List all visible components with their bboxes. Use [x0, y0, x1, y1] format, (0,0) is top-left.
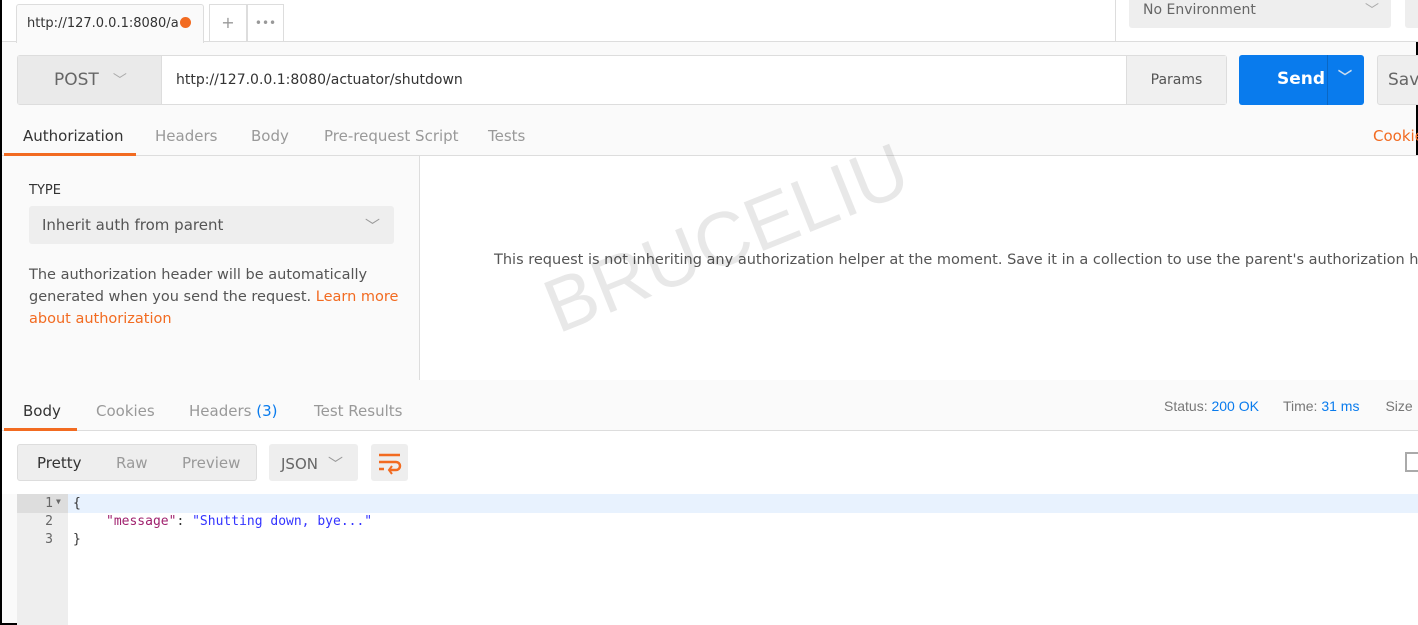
response-body-editor[interactable]: 1 ▼ 2 3 { "message": "Shutting down, bye.…	[17, 494, 1418, 625]
wrap-icon	[379, 453, 402, 475]
method-select[interactable]: POST ﹀	[18, 56, 162, 104]
response-tabs: Body Cookies Headers (3) Test Results St…	[2, 380, 1418, 431]
auth-detail-panel: This request is not inheriting any autho…	[420, 156, 1418, 380]
fold-arrow-icon[interactable]: ▼	[56, 497, 61, 506]
tab-response-headers[interactable]: Headers (3)	[189, 402, 277, 420]
url-input[interactable]: http://127.0.0.1:8080/actuator/shutdown	[176, 56, 463, 104]
tab-response-cookies[interactable]: Cookies	[96, 402, 155, 420]
tab-test-results[interactable]: Test Results	[314, 402, 402, 420]
request-tab[interactable]: http://127.0.0.1:8080/actuator/shutdown	[16, 4, 204, 43]
request-tabs: Authorization Headers Body Pre-request S…	[2, 115, 1418, 156]
divider	[1115, 0, 1116, 42]
pretty-button[interactable]: Pretty	[37, 454, 82, 472]
format-select[interactable]: JSON ﹀	[269, 444, 358, 481]
tab-body[interactable]: Body	[251, 127, 289, 145]
chevron-down-icon: ﹀	[364, 217, 380, 235]
raw-button[interactable]: Raw	[116, 454, 148, 472]
save-button[interactable]: Save	[1377, 55, 1418, 105]
chevron-down-icon: ﹀	[327, 455, 343, 473]
wrap-lines-button[interactable]	[371, 444, 408, 481]
view-mode-group: Pretty Raw Preview	[17, 444, 257, 481]
status-value: 200 OK	[1211, 398, 1259, 414]
time-value: 31 ms	[1321, 398, 1360, 414]
unsaved-dot-icon	[180, 17, 191, 28]
auth-type-select[interactable]: Inherit auth from parent ﹀	[29, 206, 394, 244]
tab-headers[interactable]: Headers	[155, 127, 217, 145]
tab-pre-request-script[interactable]: Pre-request Script	[324, 127, 459, 145]
preview-button[interactable]: Preview	[182, 454, 240, 472]
new-tab-button[interactable]: +	[209, 4, 247, 42]
request-bar: POST ﹀ http://127.0.0.1:8080/actuator/shu…	[17, 55, 1227, 105]
send-options-chevron-icon[interactable]: ﹀	[1338, 67, 1352, 87]
send-button[interactable]: Send ﹀	[1239, 55, 1364, 105]
eye-button[interactable]	[1405, 0, 1418, 28]
auth-type-panel: TYPE Inherit auth from parent ﹀ The autho…	[2, 156, 420, 380]
response-meta: Status: 200 OK Time: 31 ms Size	[1164, 398, 1413, 414]
environment-select[interactable]: No Environment ﹀	[1129, 0, 1391, 28]
type-label: TYPE	[29, 183, 61, 198]
more-tabs-button[interactable]: •••	[247, 4, 284, 42]
tab-tests[interactable]: Tests	[488, 127, 525, 145]
tab-response-body[interactable]: Body	[23, 402, 61, 420]
auth-message: This request is not inheriting any autho…	[494, 252, 1418, 268]
chevron-down-icon: ﹀	[1365, 3, 1379, 19]
auth-description: The authorization header will be automat…	[29, 267, 399, 327]
copy-icon[interactable]	[1405, 452, 1418, 472]
params-button[interactable]: Params	[1126, 56, 1226, 104]
chevron-down-icon: ﹀	[112, 73, 127, 89]
tab-authorization[interactable]: Authorization	[23, 127, 123, 145]
cookies-link[interactable]: Cookies	[1373, 127, 1418, 145]
